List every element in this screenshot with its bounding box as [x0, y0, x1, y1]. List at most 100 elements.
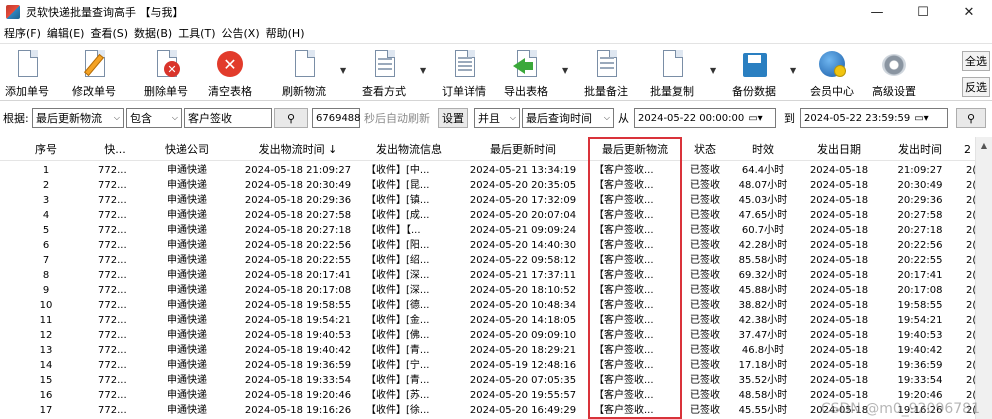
table-row[interactable]: 15 772... 申通快递 2024-05-18 19:33:54 【收件】[青...…	[0, 373, 975, 388]
table-row[interactable]: 12 772... 申通快递 2024-05-18 19:40:53 【收件】[佛...…	[0, 328, 975, 343]
cell-courier: 申通快递	[167, 405, 207, 416]
time-field-select[interactable]: 最后查询时间 ⌵	[522, 108, 614, 128]
header-last-update-time[interactable]: 最后更新时间	[458, 137, 588, 161]
to-datetime-input[interactable]: 2024-05-22 23:59:59 ▭▾	[800, 108, 948, 128]
cell-send-time: 2024-05-18 20:22:55	[244, 255, 352, 266]
settings-button[interactable]: 设置	[438, 108, 468, 128]
table-row[interactable]: 8 772... 申通快递 2024-05-18 20:17:41 【收件】[深... 2…	[0, 268, 975, 283]
header-extra[interactable]: 2	[960, 137, 975, 161]
cell-seq: 12	[39, 330, 53, 341]
cell-duration: 38.82小时	[738, 300, 788, 311]
menu-data[interactable]: 数据(B)	[132, 25, 176, 41]
table-row[interactable]: 7 772... 申通快递 2024-05-18 20:22:55 【收件】[绍... 2…	[0, 253, 975, 268]
header-duration[interactable]: 时效	[728, 137, 798, 161]
member-center-button[interactable]: 会员中心	[804, 46, 860, 100]
filter-search-button[interactable]: ⚲	[956, 108, 986, 128]
cell-last-update-time: 2024-05-20 18:10:52	[469, 285, 577, 296]
cell-status: 已签收	[690, 210, 720, 221]
calendar-dropdown-icon[interactable]: ▭▾	[748, 113, 762, 124]
select-all-button[interactable]: 全选	[962, 51, 990, 71]
cell-courier: 申通快递	[167, 360, 207, 371]
cell-tracking-no: 772...	[98, 270, 127, 281]
cell-seq: 17	[39, 405, 53, 416]
scroll-up-icon[interactable]: ▲	[976, 137, 992, 154]
cell-send-clock: 19:33:54	[897, 375, 943, 386]
backup-dropdown-icon[interactable]: ▼	[790, 66, 796, 75]
export-dropdown-icon[interactable]: ▼	[562, 66, 568, 75]
header-send-time[interactable]: 发出物流时间 ↓	[236, 137, 360, 161]
header-seq[interactable]: 序号	[0, 137, 92, 161]
refresh-interval-input[interactable]: 6769488	[312, 108, 361, 128]
chevron-down-icon: ⌵	[113, 113, 120, 122]
member-globe-icon	[817, 49, 847, 79]
table-row[interactable]: 4 772... 申通快递 2024-05-18 20:27:58 【收件】[成... 2…	[0, 208, 975, 223]
cell-extra: 2(	[966, 375, 975, 386]
table-row[interactable]: 2 772... 申通快递 2024-05-18 20:30:49 【收件】[昆... 2…	[0, 178, 975, 193]
cell-send-date: 2024-05-18	[809, 165, 869, 176]
refresh-dropdown-icon[interactable]: ▼	[340, 66, 346, 75]
invert-selection-button[interactable]: 反选	[962, 77, 990, 97]
header-send-info[interactable]: 发出物流信息	[360, 137, 458, 161]
filter-value-input[interactable]: 客户签收	[184, 108, 272, 128]
cell-send-time: 2024-05-18 20:27:58	[244, 210, 352, 221]
header-tracking-no[interactable]: 快...	[92, 137, 138, 161]
menu-view[interactable]: 查看(S)	[88, 25, 132, 41]
batch-copy-button[interactable]: 批量复制	[644, 46, 700, 100]
filter-operator-select[interactable]: 包含 ⌵	[126, 108, 182, 128]
table-row[interactable]: 10 772... 申通快递 2024-05-18 19:58:55 【收件】[德...…	[0, 298, 975, 313]
delete-order-button[interactable]: ✕ 删除单号	[138, 46, 194, 100]
view-mode-button[interactable]: 查看方式	[356, 46, 412, 100]
cell-send-clock: 20:27:58	[897, 210, 943, 221]
header-send-date[interactable]: 发出日期	[798, 137, 880, 161]
calendar-dropdown-icon[interactable]: ▭▾	[914, 113, 928, 124]
batch-note-button[interactable]: 批量备注	[578, 46, 634, 100]
cell-last-update-time: 2024-05-20 20:07:04	[469, 210, 577, 221]
table-row[interactable]: 14 772... 申通快递 2024-05-18 19:36:59 【收件】[宁...…	[0, 358, 975, 373]
backup-data-button[interactable]: 备份数据	[726, 46, 782, 100]
cell-send-date: 2024-05-18	[809, 345, 869, 356]
header-status[interactable]: 状态	[682, 137, 728, 161]
cell-send-info: 【收件】[镇...	[366, 195, 430, 206]
table-row[interactable]: 9 772... 申通快递 2024-05-18 20:17:08 【收件】[深... 2…	[0, 283, 975, 298]
close-button[interactable]: ✕	[946, 0, 992, 24]
refresh-logistics-button[interactable]: 刷新物流	[276, 46, 332, 100]
menu-program[interactable]: 程序(F)	[2, 25, 45, 41]
table-row[interactable]: 11 772... 申通快递 2024-05-18 19:54:21 【收件】[金...…	[0, 313, 975, 328]
table-row[interactable]: 3 772... 申通快递 2024-05-18 20:29:36 【收件】[镇... 2…	[0, 193, 975, 208]
copy-dropdown-icon[interactable]: ▼	[710, 66, 716, 75]
search-button[interactable]: ⚲	[274, 108, 308, 128]
cell-extra: 2(	[966, 210, 975, 221]
order-detail-button[interactable]: 订单详情	[436, 46, 492, 100]
advanced-settings-button[interactable]: 高级设置	[866, 46, 922, 100]
cell-seq: 8	[42, 270, 50, 281]
export-table-button[interactable]: 导出表格	[498, 46, 554, 100]
vertical-scrollbar[interactable]: ▲	[975, 137, 992, 419]
menu-notice[interactable]: 公告(X)	[220, 25, 264, 41]
add-order-button[interactable]: 添加单号	[2, 46, 52, 100]
menu-tools[interactable]: 工具(T)	[176, 25, 219, 41]
header-send-clock[interactable]: 发出时间	[880, 137, 960, 161]
view-dropdown-icon[interactable]: ▼	[420, 66, 426, 75]
clear-table-button[interactable]: ✕ 清空表格	[202, 46, 258, 100]
title-bar: 灵软快递批量查询高手 【与我】 — ☐ ✕	[0, 0, 992, 24]
table-row[interactable]: 6 772... 申通快递 2024-05-18 20:22:56 【收件】[阳... 2…	[0, 238, 975, 253]
minimize-button[interactable]: —	[854, 0, 900, 24]
edit-order-button[interactable]: 修改单号	[66, 46, 122, 100]
logic-select[interactable]: 并且 ⌵	[474, 108, 520, 128]
table-row[interactable]: 5 772... 申通快递 2024-05-18 20:27:18 【收件】【... 20…	[0, 223, 975, 238]
filter-field-select[interactable]: 最后更新物流 ⌵	[32, 108, 124, 128]
maximize-button[interactable]: ☐	[900, 0, 946, 24]
filter-bar: 根据: 最后更新物流 ⌵ 包含 ⌵ 客户签收 ⚲ 6769488 秒后自动刷新 设置…	[0, 106, 992, 130]
menu-edit[interactable]: 编辑(E)	[45, 25, 89, 41]
cell-courier: 申通快递	[167, 225, 207, 236]
cell-send-clock: 20:29:36	[897, 195, 943, 206]
from-datetime-input[interactable]: 2024-05-22 00:00:00 ▭▾	[634, 108, 776, 128]
cell-send-time: 2024-05-18 19:40:53	[244, 330, 352, 341]
table-row[interactable]: 13 772... 申通快递 2024-05-18 19:40:42 【收件】[青...…	[0, 343, 975, 358]
cell-tracking-no: 772...	[98, 165, 127, 176]
header-last-update-logistics[interactable]: 最后更新物流	[588, 137, 682, 161]
cell-duration: 48.07小时	[738, 180, 788, 191]
table-row[interactable]: 1 772... 申通快递 2024-05-18 21:09:27 【收件】[中... 2…	[0, 163, 975, 178]
header-courier[interactable]: 快递公司	[138, 137, 236, 161]
menu-help[interactable]: 帮助(H)	[264, 25, 309, 41]
